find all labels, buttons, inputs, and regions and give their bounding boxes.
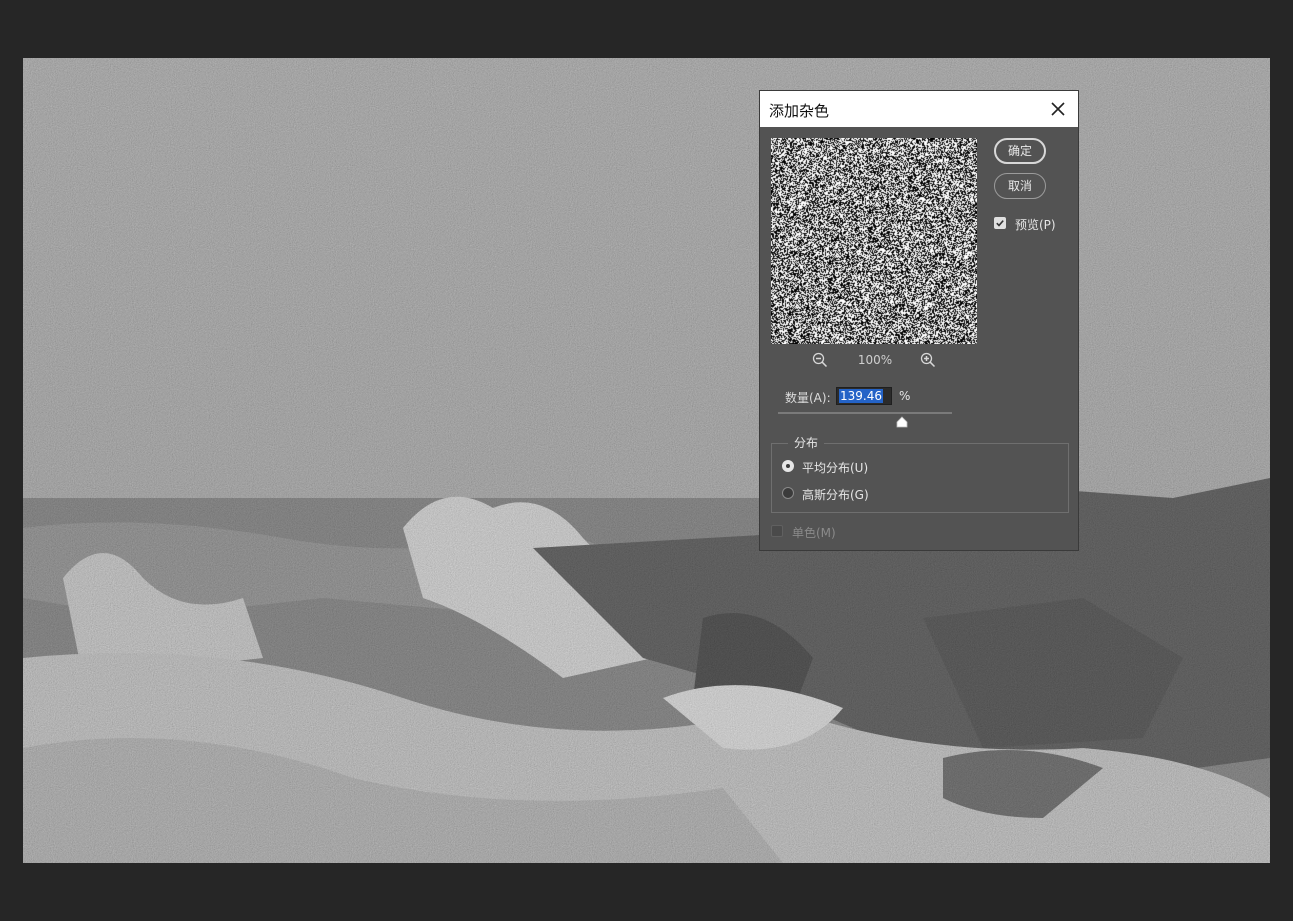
percent-unit: % [899, 389, 911, 403]
document-canvas[interactable] [23, 58, 1270, 863]
zoom-in-icon[interactable] [920, 352, 936, 368]
amount-slider-track[interactable] [778, 412, 952, 414]
preview-image [771, 138, 977, 344]
add-noise-dialog: 添加杂色 100% 确定 取消 预览(P) 数量(A): 139.46 % 分布… [759, 90, 1079, 551]
preview-checkbox[interactable] [994, 217, 1006, 229]
radio-uniform[interactable] [782, 460, 794, 472]
preview-label[interactable]: 预览(P) [1015, 216, 1056, 233]
gaussian-label[interactable]: 高斯分布(G) [802, 486, 869, 503]
zoom-level: 100% [857, 353, 893, 367]
close-icon[interactable] [1048, 99, 1068, 119]
checkmark-icon [996, 220, 1004, 227]
zoom-out-icon[interactable] [812, 352, 828, 368]
noisy-sea-photo [23, 58, 1270, 863]
noise-preview[interactable] [771, 138, 977, 344]
uniform-label[interactable]: 平均分布(U) [802, 459, 868, 476]
monochromatic-checkbox[interactable] [771, 525, 783, 537]
cancel-button[interactable]: 取消 [994, 173, 1046, 199]
slider-thumb-icon[interactable] [896, 416, 908, 428]
distribution-title: 分布 [788, 434, 825, 451]
amount-input[interactable]: 139.46 [836, 387, 892, 405]
dialog-title-bar[interactable]: 添加杂色 [760, 91, 1078, 127]
monochromatic-label[interactable]: 单色(M) [792, 524, 836, 541]
radio-gaussian[interactable] [782, 487, 794, 499]
amount-value: 139.46 [839, 389, 883, 403]
dialog-title: 添加杂色 [769, 102, 830, 120]
ok-button[interactable]: 确定 [994, 138, 1046, 164]
amount-label: 数量(A): [785, 391, 831, 405]
